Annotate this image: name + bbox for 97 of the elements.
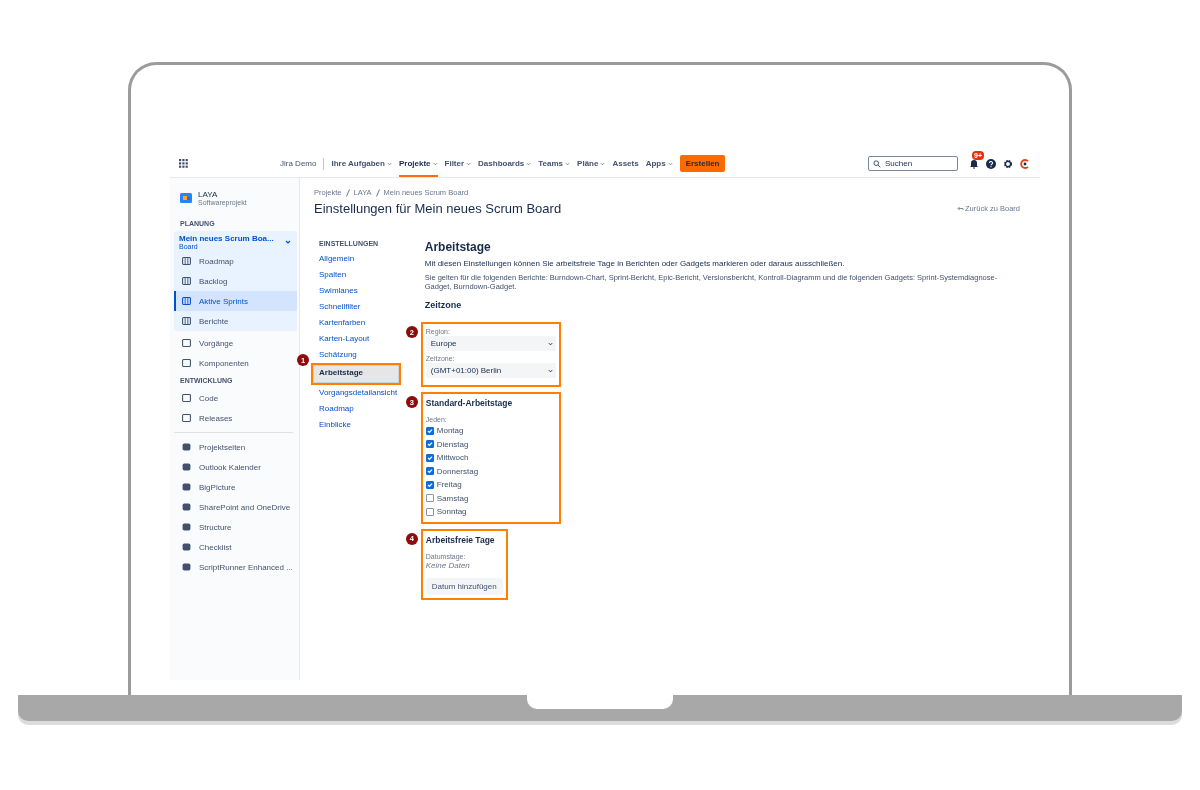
chevron-down-icon xyxy=(386,161,392,166)
subsection-title: Standard-Arbeitstage xyxy=(425,398,513,408)
chevron-down-icon xyxy=(547,341,553,346)
checkbox[interactable] xyxy=(425,494,434,503)
search-field[interactable]: Suchen xyxy=(868,156,958,171)
checkbox[interactable] xyxy=(425,480,434,489)
sidebar-item[interactable]: Roadmap xyxy=(174,251,297,271)
chevron-down-icon xyxy=(466,161,472,166)
app-icon xyxy=(182,483,191,491)
chevron-down-icon xyxy=(432,161,438,166)
settings-nav-item[interactable]: Vorgangsdetailansicht xyxy=(319,385,398,401)
app-icon xyxy=(182,463,191,471)
add-date-button[interactable]: Datum hinzufügen xyxy=(425,577,503,595)
subsection-title: Zeitzone xyxy=(424,300,462,310)
sidebar-item[interactable]: Releases xyxy=(174,408,299,428)
nav-menu-item[interactable]: Pläne xyxy=(577,150,606,177)
nav-menu-item[interactable]: Assets xyxy=(612,150,639,177)
section-title: Arbeitstage xyxy=(424,240,491,254)
search-icon xyxy=(873,159,881,168)
menu-item-icon xyxy=(182,414,191,422)
menu-item-icon xyxy=(182,359,191,367)
sidebar-item[interactable]: Structure xyxy=(174,517,299,537)
settings-nav-item[interactable]: Kartenfarben xyxy=(319,315,366,331)
nav-menu-item[interactable]: Projekte xyxy=(398,150,438,177)
sidebar-item[interactable]: Backlog xyxy=(174,271,297,291)
nav-menu-item[interactable]: Filter xyxy=(444,150,472,177)
menu-item-icon xyxy=(182,257,191,265)
checkbox-label: Samstag xyxy=(436,493,469,503)
settings-nav-item[interactable]: Karten-Layout xyxy=(319,331,370,347)
settings-nav-item[interactable]: Spalten xyxy=(319,267,347,283)
sidebar-item[interactable]: Checklist xyxy=(174,537,299,557)
app-icon xyxy=(182,443,191,451)
checkbox-label: Dienstag xyxy=(436,439,469,449)
breadcrumb-separator-icon xyxy=(345,188,350,197)
app-icon xyxy=(182,563,191,571)
sidebar-item[interactable]: Projektseiten xyxy=(174,437,299,457)
checkbox[interactable] xyxy=(425,507,434,516)
settings-icon[interactable] xyxy=(1003,158,1013,169)
sidebar-item[interactable]: Komponenten xyxy=(174,353,299,373)
empty-state-text: Keine Daten xyxy=(425,560,470,570)
page-title: Einstellungen für Mein neues Scrum Board xyxy=(314,201,562,216)
profile-icon[interactable] xyxy=(1020,158,1030,169)
checkbox-label: Donnerstag xyxy=(436,466,479,476)
chevron-down-icon xyxy=(565,161,571,166)
timezone-select[interactable]: (GMT+01:00) Berlin xyxy=(425,363,556,378)
checkbox-label: Mittwoch xyxy=(436,453,469,463)
sidebar-item[interactable]: Berichte xyxy=(174,311,297,331)
settings-nav-item[interactable]: Arbeitstage xyxy=(313,365,399,383)
project-avatar-icon xyxy=(180,193,192,203)
app-icon xyxy=(182,503,191,511)
checkbox-label: Montag xyxy=(436,426,464,436)
chevron-down-icon xyxy=(547,368,553,373)
checkbox[interactable] xyxy=(425,426,434,435)
settings-nav-item[interactable]: Schnellfilter xyxy=(319,299,361,315)
menu-item-icon xyxy=(182,277,191,285)
project-name: LAYA xyxy=(198,190,219,199)
settings-nav-item[interactable]: Swimlanes xyxy=(319,283,358,299)
nav-menu-item[interactable]: Dashboards xyxy=(478,150,532,177)
chevron-down-icon xyxy=(526,161,532,166)
menu-item-icon xyxy=(182,339,191,347)
nav-menu-item[interactable]: Apps xyxy=(645,150,673,177)
settings-nav-item[interactable]: Einblicke xyxy=(319,417,351,433)
back-arrow-icon xyxy=(956,206,964,211)
sidebar-item[interactable]: Aktive Sprints xyxy=(174,291,297,311)
chevron-down-icon xyxy=(667,161,673,166)
sidebar-item[interactable]: BigPicture xyxy=(174,477,299,497)
settings-nav-item[interactable]: Allgemein xyxy=(319,251,355,267)
app-grid-icon[interactable] xyxy=(179,159,188,168)
checkbox[interactable] xyxy=(425,467,434,476)
subsection-title: Arbeitsfreie Tage xyxy=(425,534,495,545)
sidebar-item[interactable]: Vorgänge xyxy=(174,333,299,353)
menu-item-icon xyxy=(182,394,191,402)
menu-item-icon xyxy=(182,317,191,325)
settings-nav-item[interactable]: Roadmap xyxy=(319,401,354,417)
sidebar-item[interactable]: SharePoint and OneDrive xyxy=(174,497,299,517)
chevron-down-icon xyxy=(285,240,291,244)
product-name[interactable]: Jira Demo xyxy=(280,159,317,168)
breadcrumb-separator-icon xyxy=(375,188,380,197)
description-text: Mit diesen Einstellungen können Sie arbeitsfreie Tage in Berichten oder Gadgets markieren oder daraus ausschließen. xyxy=(424,259,845,268)
settings-nav-item[interactable]: Schätzung xyxy=(319,347,357,363)
sidebar-item[interactable]: Code xyxy=(174,388,299,408)
sidebar-item[interactable]: Outlook Kalender xyxy=(174,457,299,477)
checkbox[interactable] xyxy=(425,440,434,449)
sidebar-item[interactable]: ScriptRunner Enhanced ... xyxy=(174,557,299,577)
nav-menu-item[interactable]: Ihre Aufgaben xyxy=(331,150,392,177)
create-button[interactable]: Erstellen xyxy=(679,155,726,172)
menu-item-icon xyxy=(182,297,191,305)
checkbox-label: Sonntag xyxy=(436,507,467,517)
chevron-down-icon xyxy=(600,161,606,166)
checkbox[interactable] xyxy=(425,453,434,462)
help-icon[interactable] xyxy=(986,158,996,169)
region-select[interactable]: Europe xyxy=(425,336,556,351)
bell-icon[interactable] xyxy=(969,158,979,169)
nav-menu-item[interactable]: Teams xyxy=(538,150,571,177)
app-icon xyxy=(182,543,191,551)
checkbox-label: Freitag xyxy=(436,480,462,490)
app-icon xyxy=(182,523,191,531)
